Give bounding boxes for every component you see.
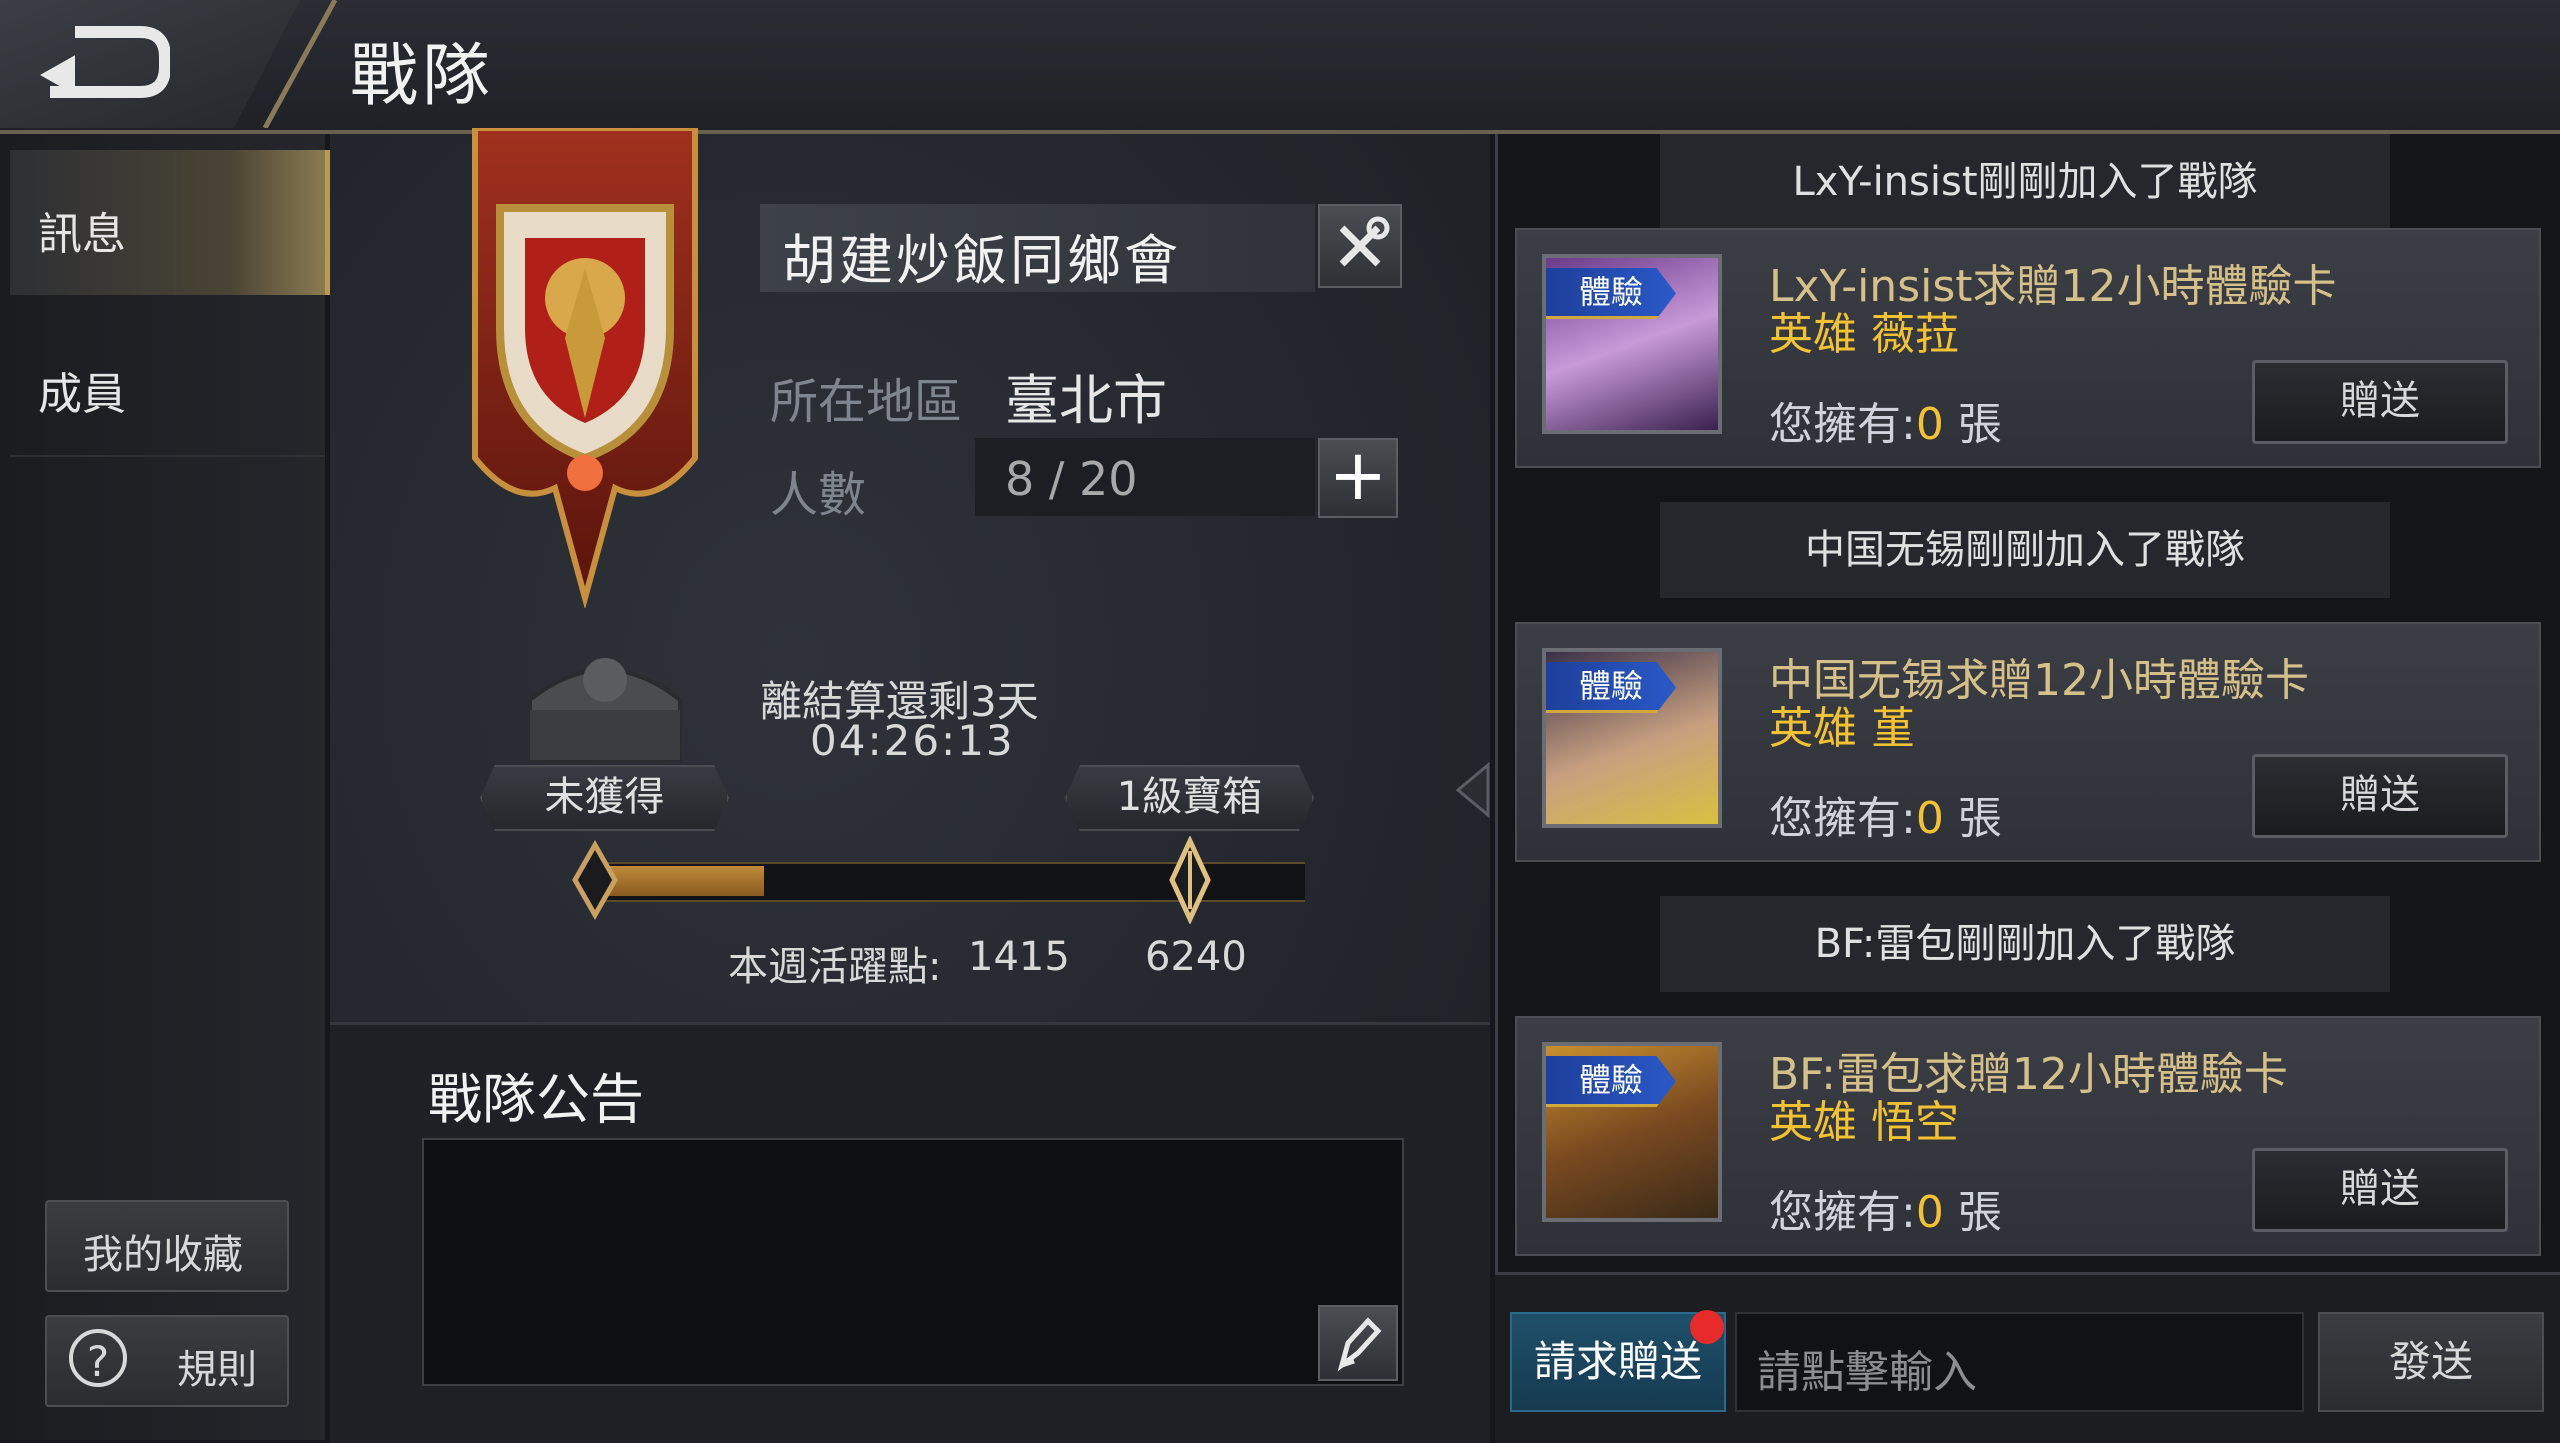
chest-level-badge[interactable]: 1級寶箱 xyxy=(1065,765,1314,831)
members-label: 人數 xyxy=(770,467,867,523)
back-arrow-icon xyxy=(40,26,170,98)
rules-label: 規則 xyxy=(177,1347,257,1393)
request-hero: 英雄 薇菈 xyxy=(1769,309,1959,360)
system-message: LxY-insist剛剛加入了戰隊 xyxy=(1660,134,2390,230)
team-emblem-banner xyxy=(472,128,698,608)
owned-count: 您擁有:0 張 xyxy=(1769,1187,2002,1238)
header-divider xyxy=(262,0,338,128)
region-value: 臺北市 xyxy=(1005,369,1167,432)
give-button[interactable]: 贈送 xyxy=(2252,360,2508,444)
members-count: 8 / 20 xyxy=(1005,452,1138,506)
progress-end-marker xyxy=(1169,836,1211,924)
settlement-countdown-time: 04:26:13 xyxy=(810,716,1015,765)
sidebar-item-label: 成員 xyxy=(38,369,126,420)
request-hero: 英雄 悟空 xyxy=(1769,1097,1959,1148)
treasure-chest-icon xyxy=(528,658,682,762)
page-title: 戰隊 xyxy=(350,37,495,116)
add-member-button[interactable]: + xyxy=(1318,438,1398,518)
edit-notice-button[interactable] xyxy=(1318,1305,1398,1381)
notification-dot xyxy=(1690,1310,1724,1344)
weekly-activity-value: 1415 xyxy=(968,934,1070,980)
trial-badge: 體驗 xyxy=(1546,268,1676,319)
owned-count: 您擁有:0 張 xyxy=(1769,399,2002,450)
help-icon: ? xyxy=(69,1329,127,1387)
trial-badge: 體驗 xyxy=(1546,1056,1676,1107)
hero-portrait: 體驗 xyxy=(1542,648,1722,828)
weekly-activity-label: 本週活躍點: xyxy=(728,944,942,990)
my-favorites-button[interactable]: 我的收藏 xyxy=(45,1200,289,1292)
chat-input[interactable]: 請點擊輸入 xyxy=(1735,1312,2304,1412)
team-notice-title: 戰隊公告 xyxy=(428,1068,644,1131)
progress-start-marker xyxy=(572,840,618,920)
gift-request-card: 體驗 中国无锡求贈12小時體驗卡 英雄 堇 您擁有:0 張 贈送 xyxy=(1515,622,2541,862)
sidebar-item-messages[interactable]: 訊息 xyxy=(10,150,331,295)
owned-count: 您擁有:0 張 xyxy=(1769,793,2002,844)
chat-input-placeholder: 請點擊輸入 xyxy=(1757,1347,1977,1398)
sidebar-item-members[interactable]: 成員 xyxy=(10,310,325,457)
reward-status-badge: 未獲得 xyxy=(480,765,729,831)
gift-request-card: 體驗 LxY-insist求贈12小時體驗卡 英雄 薇菈 您擁有:0 張 贈送 xyxy=(1515,228,2541,468)
panel-collapse-handle[interactable] xyxy=(1448,760,1498,820)
region-label: 所在地區 xyxy=(770,374,963,430)
edit-team-button[interactable] xyxy=(1318,204,1402,288)
hero-portrait: 體驗 xyxy=(1542,254,1722,434)
members-count-field: 8 / 20 xyxy=(975,438,1315,516)
activity-progress-fill xyxy=(605,866,764,896)
request-hero: 英雄 堇 xyxy=(1769,703,1915,754)
system-message: 中国无锡剛剛加入了戰隊 xyxy=(1660,502,2390,598)
weekly-activity-goal: 6240 xyxy=(1145,934,1247,980)
team-name-field: 胡建炒飯同鄉會 xyxy=(760,204,1315,292)
team-notice-content xyxy=(422,1138,1404,1386)
team-name: 胡建炒飯同鄉會 xyxy=(782,229,1181,292)
rules-button[interactable]: ? 規則 xyxy=(45,1315,289,1407)
send-button[interactable]: 發送 xyxy=(2318,1312,2544,1412)
tools-icon xyxy=(1339,216,1390,267)
plus-icon: + xyxy=(1328,434,1388,516)
gift-request-card: 體驗 BF:雷包求贈12小時體驗卡 英雄 悟空 您擁有:0 張 贈送 xyxy=(1515,1016,2541,1256)
my-favorites-label: 我的收藏 xyxy=(83,1232,243,1278)
give-button[interactable]: 贈送 xyxy=(2252,754,2508,838)
give-button[interactable]: 贈送 xyxy=(2252,1148,2508,1232)
trial-badge: 體驗 xyxy=(1546,662,1676,713)
sidebar-item-label: 訊息 xyxy=(38,209,126,260)
system-message: BF:雷包剛剛加入了戰隊 xyxy=(1660,896,2390,992)
pencil-icon xyxy=(1337,1317,1382,1372)
hero-portrait: 體驗 xyxy=(1542,1042,1722,1222)
